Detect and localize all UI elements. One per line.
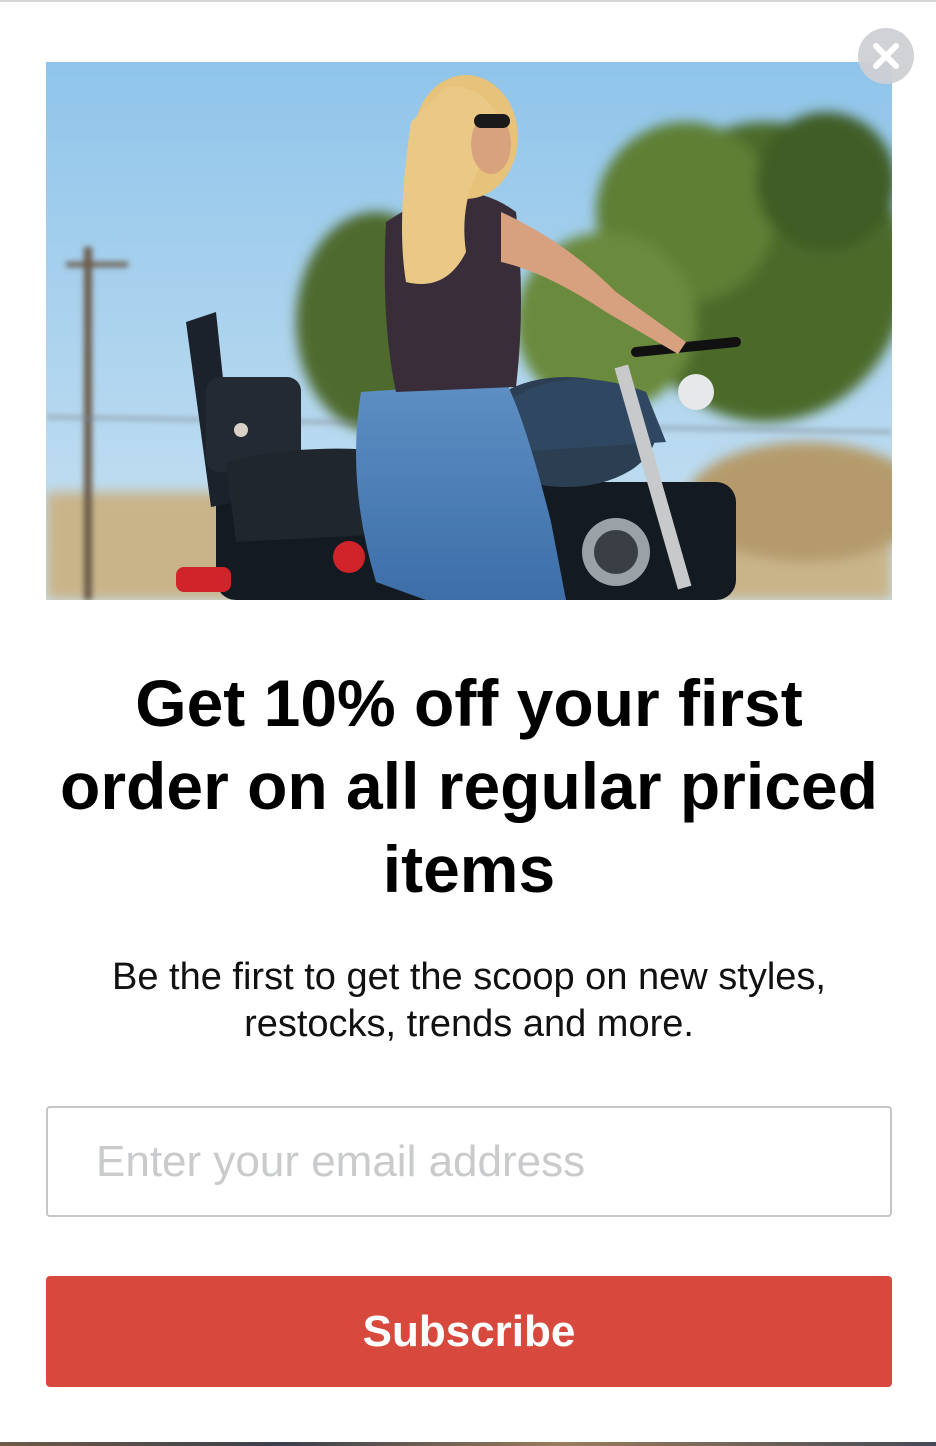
offer-headline: Get 10% off your first order on all regu… [60, 666, 878, 906]
subscribe-button[interactable]: Subscribe [46, 1276, 892, 1387]
background-page-edge [0, 1442, 936, 1446]
close-button[interactable] [858, 28, 914, 84]
hero-image [46, 62, 892, 600]
close-icon [873, 43, 899, 69]
signup-popup: Get 10% off your first order on all regu… [0, 0, 936, 1446]
email-input[interactable] [46, 1106, 892, 1217]
offer-description: Be the first to get the scoop on new sty… [112, 956, 826, 1045]
